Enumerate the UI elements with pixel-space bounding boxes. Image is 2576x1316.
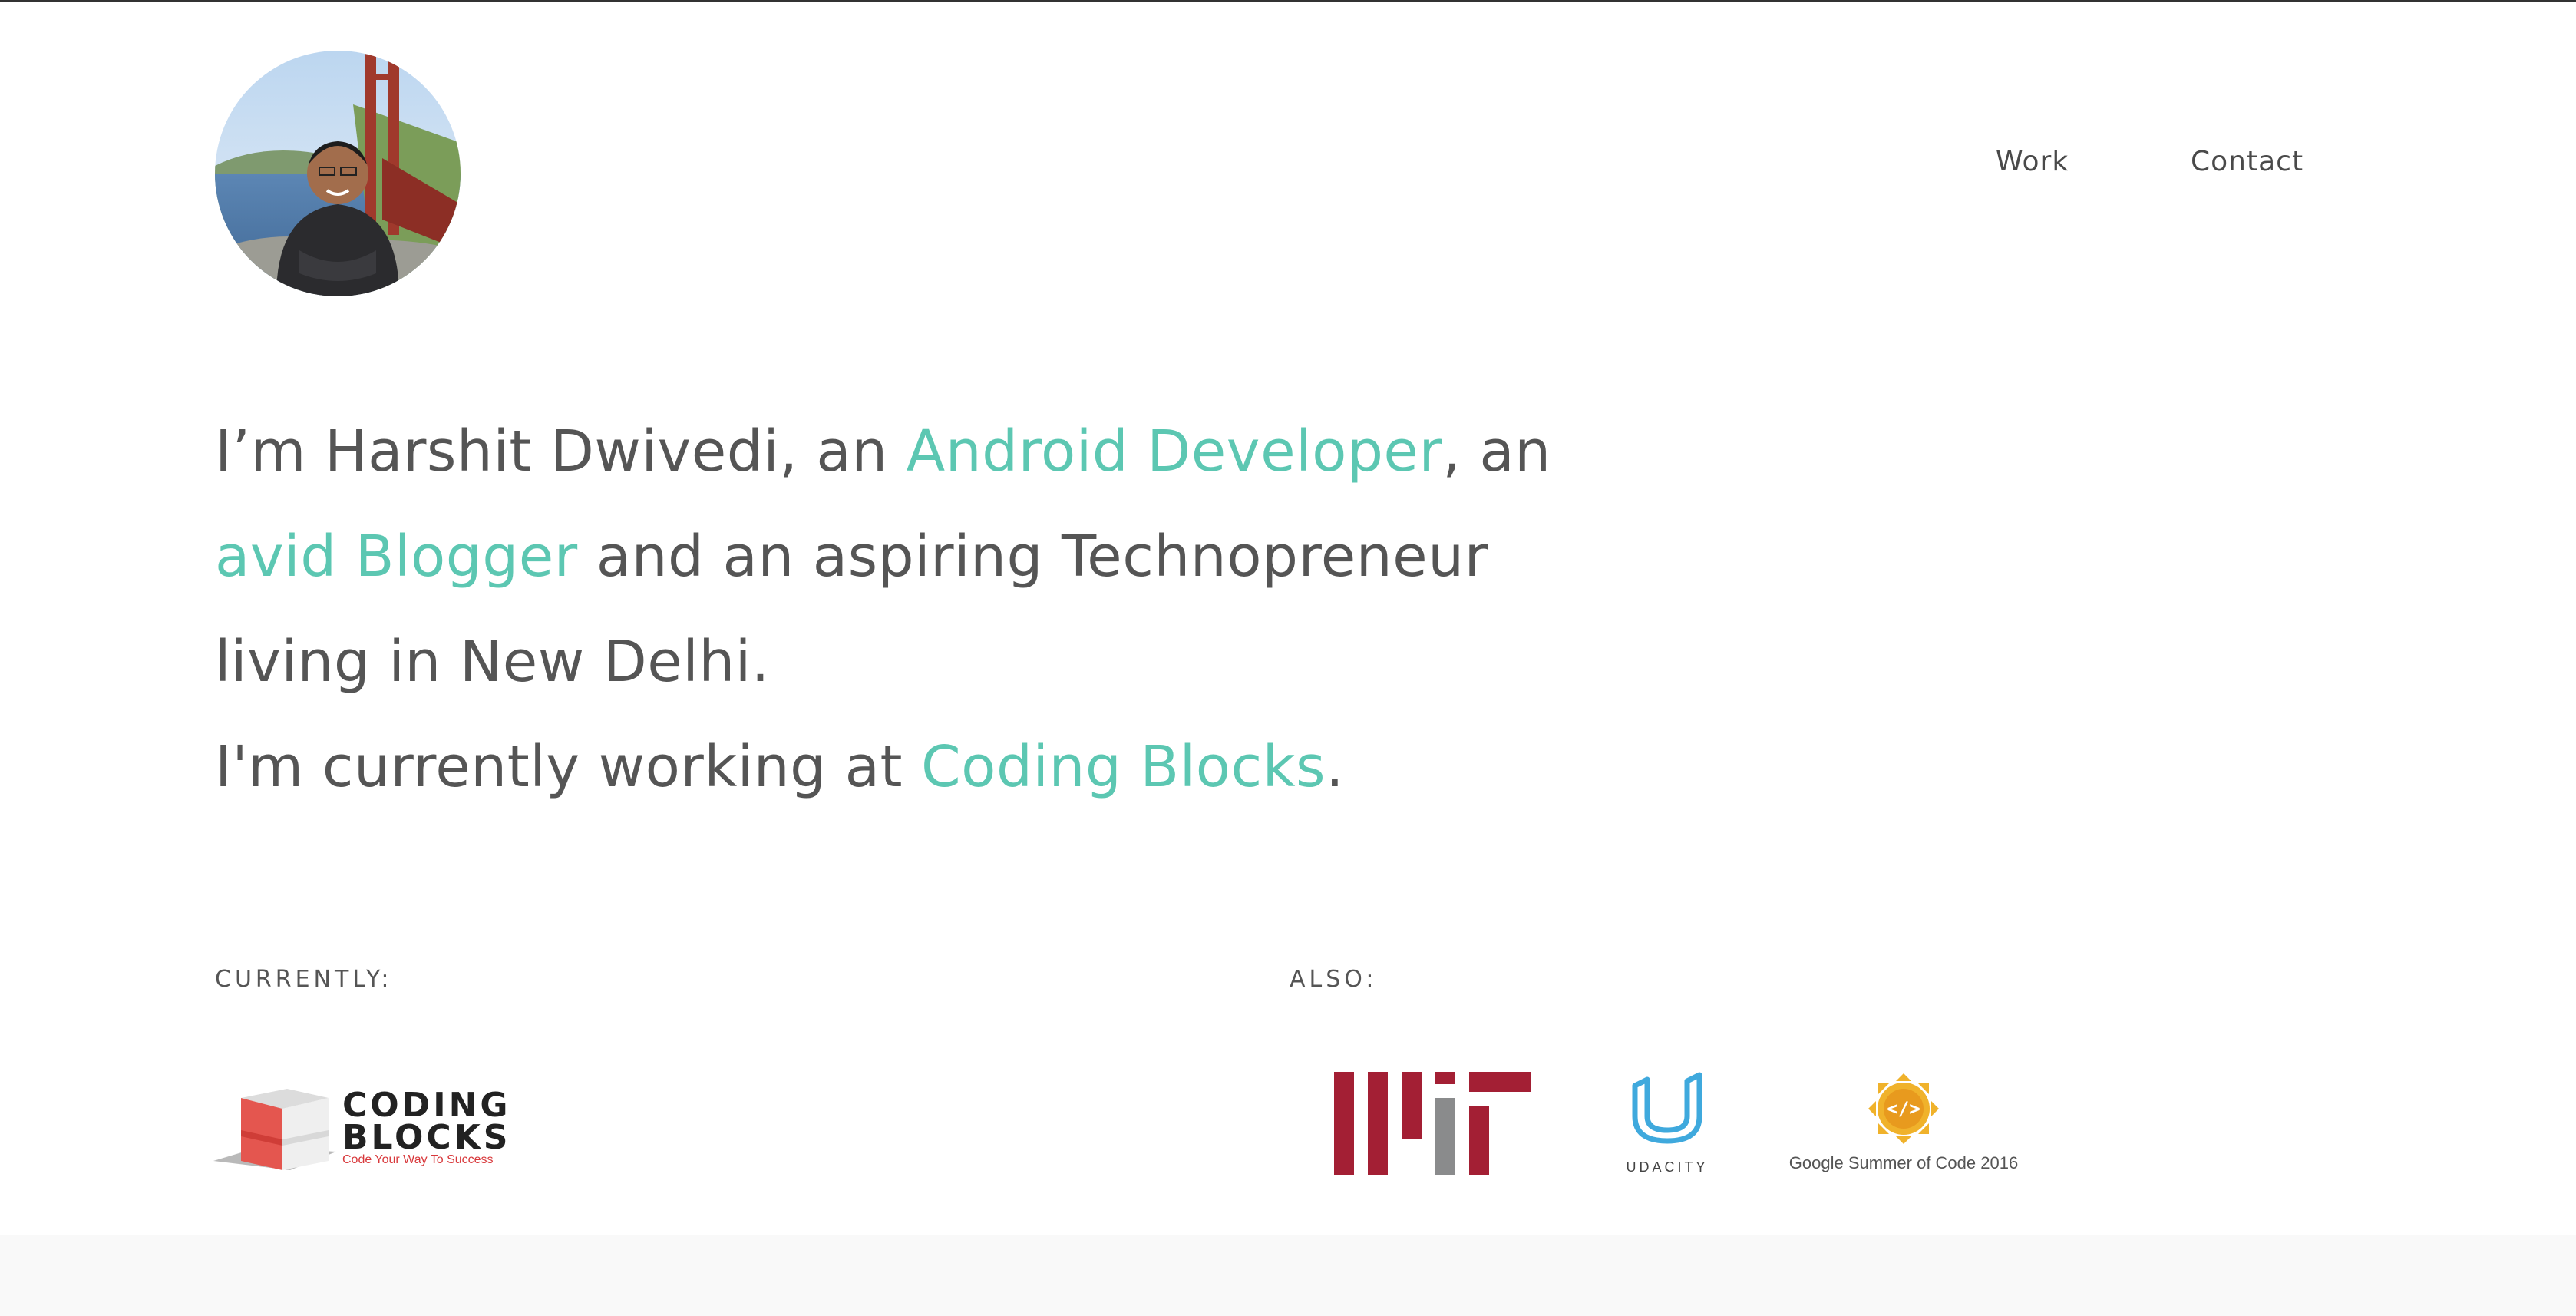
- coding-blocks-logo[interactable]: CODING BLOCKS Code Your Way To Success: [213, 1075, 508, 1175]
- currently-label: CURRENTLY:: [215, 966, 393, 993]
- coding-blocks-line2: BLOCKS: [342, 1118, 511, 1157]
- avatar-photo: [215, 51, 461, 296]
- footer-band: [0, 1235, 2576, 1316]
- intro-text-e: .: [1326, 734, 1345, 800]
- coding-blocks-link[interactable]: Coding Blocks: [921, 734, 1326, 800]
- intro-line-2: avid Blogger and an aspiring Technoprene…: [215, 504, 1566, 610]
- mit-logo[interactable]: [1334, 1072, 1531, 1175]
- gsoc-caption: Google Summer of Code 2016: [1788, 1153, 2019, 1172]
- udacity-logo[interactable]: UDACITY: [1626, 1072, 1709, 1175]
- intro-line-3: living in New Delhi.: [215, 610, 1566, 715]
- intro-text-c: and an aspiring Technopreneur: [577, 524, 1488, 590]
- intro-text-b: , an: [1442, 418, 1551, 484]
- also-label: ALSO:: [1290, 966, 1378, 993]
- top-border: [0, 0, 2576, 2]
- intro-text-a: I’m Harshit Dwivedi, an: [215, 418, 907, 484]
- intro-text: I’m Harshit Dwivedi, an Android Develope…: [215, 399, 1566, 820]
- coding-blocks-tagline: Code Your Way To Success: [342, 1153, 494, 1166]
- intro-text-location: living in New Delhi.: [215, 629, 770, 695]
- mit-icon: [1334, 1072, 1531, 1175]
- intro-line-4: I'm currently working at Coding Blocks.: [215, 715, 1566, 820]
- gsoc-sun-icon: </>: [1868, 1073, 1939, 1144]
- udacity-wordmark: UDACITY: [1626, 1159, 1709, 1175]
- nav-work-link[interactable]: Work: [1996, 146, 2069, 177]
- nav-contact-link[interactable]: Contact: [2191, 146, 2304, 177]
- udacity-icon: [1632, 1072, 1702, 1144]
- gsoc-logo[interactable]: </> Google Summer of Code 2016: [1781, 1072, 2026, 1175]
- avid-blogger-link[interactable]: avid Blogger: [215, 524, 578, 590]
- intro-line-1: I’m Harshit Dwivedi, an Android Develope…: [215, 399, 1566, 504]
- cube-icon: [213, 1089, 336, 1170]
- intro-text-d: I'm currently working at: [215, 734, 922, 800]
- android-developer-link[interactable]: Android Developer: [907, 418, 1443, 484]
- svg-text:</>: </>: [1887, 1098, 1920, 1119]
- avatar[interactable]: [215, 51, 461, 296]
